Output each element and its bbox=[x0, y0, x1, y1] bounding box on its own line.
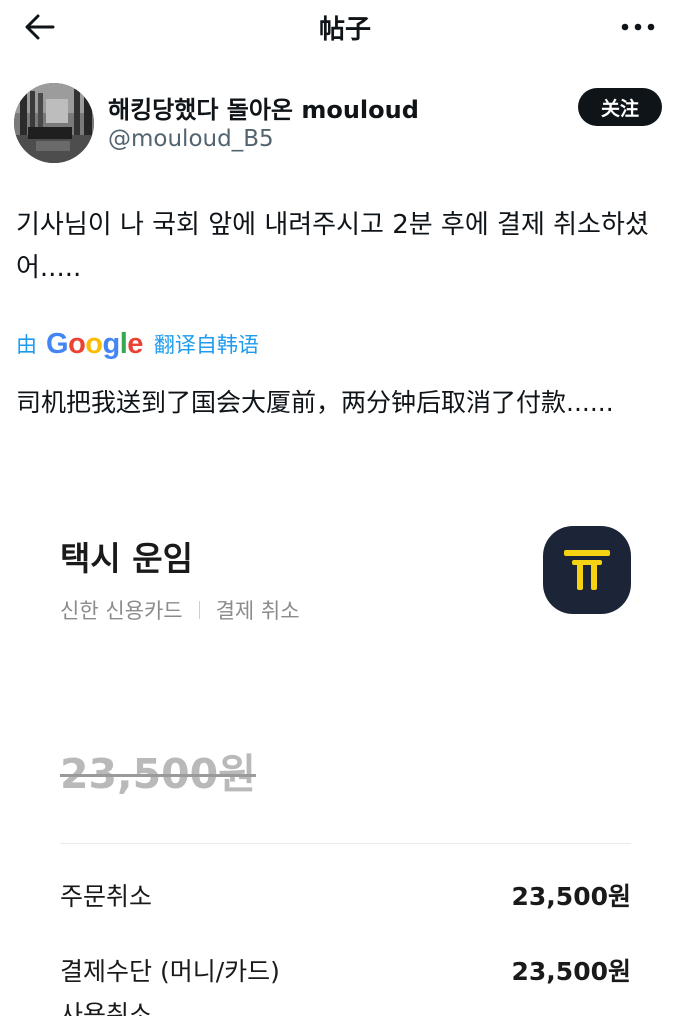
author-display-name[interactable]: 해킹당했다 돌아온 mouloud bbox=[108, 90, 419, 125]
post-detail-page: 帖子 해킹당했다 돌아온 mouloud @mouloud_B5 关注 기사님이… bbox=[0, 0, 690, 1016]
translated-text: 司机把我送到了国会大厦前，两分钟后取消了付款...... bbox=[16, 388, 614, 417]
translate-prefix: 由 bbox=[16, 333, 37, 357]
receipt-card-name: 신한 신용카드 bbox=[60, 599, 183, 623]
more-options-button[interactable] bbox=[618, 12, 658, 42]
usage-cancel-label: 사용취소 bbox=[60, 1000, 153, 1016]
translation-attribution[interactable]: 由 Google 翻译自韩语 bbox=[16, 326, 259, 362]
top-bar: 帖子 bbox=[0, 0, 690, 56]
author-handle[interactable]: @mouloud_B5 bbox=[108, 126, 274, 152]
receipt-status: 결제 취소 bbox=[215, 599, 300, 623]
more-horizontal-icon bbox=[621, 23, 655, 31]
order-cancel-value: 23,500원 bbox=[511, 882, 631, 911]
avatar[interactable] bbox=[14, 83, 94, 163]
page-title: 帖子 bbox=[318, 15, 371, 45]
translate-source-label: 翻译自韩语 bbox=[153, 333, 259, 357]
post-text: 기사님이 나 국회 앞에 내려주시고 2분 후에 결제 취소하셨어..... bbox=[16, 210, 649, 283]
payment-method-label: 결제수단 (머니/카드) bbox=[60, 957, 280, 986]
receipt-subtitle: 신한 신용카드 결제 취소 bbox=[60, 595, 300, 625]
follow-button[interactable]: 关注 bbox=[578, 88, 662, 126]
google-logo: Google bbox=[46, 327, 143, 360]
cancelled-price: 23,500원 bbox=[60, 750, 256, 798]
receipt-title: 택시 운임 bbox=[60, 539, 193, 578]
payment-method-value: 23,500원 bbox=[511, 957, 631, 986]
attached-receipt-image[interactable]: 택시 운임 신한 신용카드 결제 취소 23,500원 주문취소 23,500원… bbox=[0, 440, 690, 1016]
receipt-divider bbox=[60, 843, 631, 844]
avatar-photo bbox=[14, 83, 94, 163]
kakao-t-taxi-icon bbox=[543, 526, 631, 614]
order-cancel-label: 주문취소 bbox=[60, 882, 153, 911]
divider bbox=[198, 601, 200, 619]
